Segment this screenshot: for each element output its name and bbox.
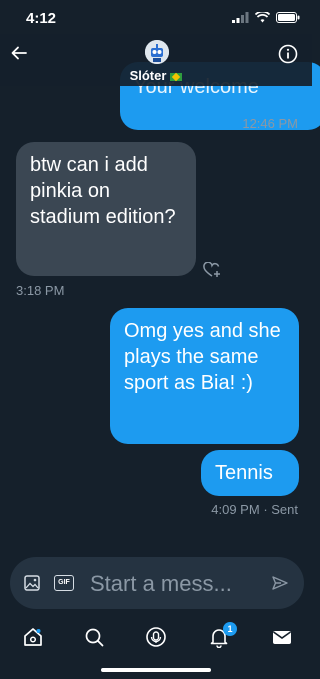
mail-icon[interactable] bbox=[271, 626, 293, 648]
message-composer: GIF bbox=[10, 557, 304, 609]
signal-icon bbox=[232, 12, 249, 23]
brazil-flag-icon bbox=[170, 72, 183, 81]
avatar[interactable] bbox=[145, 40, 169, 64]
contact-name: Slóter bbox=[129, 68, 167, 83]
message-text: Omg yes and she plays the same sport as … bbox=[124, 320, 281, 394]
back-arrow-icon[interactable] bbox=[10, 44, 28, 62]
conversation-name[interactable]: Slóter bbox=[0, 68, 312, 83]
message-time-status: 4:09 PM · Sent bbox=[211, 502, 298, 517]
wifi-icon bbox=[255, 12, 270, 23]
info-icon[interactable] bbox=[278, 44, 298, 64]
message-input[interactable] bbox=[88, 567, 270, 601]
message-bubble-outgoing[interactable]: Omg yes and she plays the same sport as … bbox=[110, 308, 299, 444]
status-bar: 4:12 bbox=[0, 0, 312, 34]
avatar-robot-icon bbox=[145, 40, 169, 64]
message-text: Tennis bbox=[215, 462, 273, 484]
spaces-icon[interactable] bbox=[145, 626, 167, 648]
conversation-header: Slóter bbox=[0, 34, 312, 86]
status-time: 4:12 bbox=[26, 10, 57, 27]
bottom-tab-bar bbox=[0, 618, 312, 660]
message-status: · Sent bbox=[263, 502, 298, 517]
battery-icon bbox=[276, 12, 300, 23]
message-time: 3:18 PM bbox=[16, 283, 65, 298]
image-icon[interactable] bbox=[24, 575, 40, 591]
message-bubble-incoming[interactable]: btw can i add pinkia on stadium edition? bbox=[16, 142, 196, 276]
message-text: btw can i add pinkia on stadium edition? bbox=[30, 154, 176, 228]
home-indicator bbox=[101, 668, 211, 672]
message-time: 12:46 PM bbox=[242, 116, 298, 131]
message-time: 4:09 PM bbox=[211, 502, 260, 517]
search-icon[interactable] bbox=[83, 626, 105, 648]
status-icons bbox=[232, 12, 300, 23]
send-icon[interactable] bbox=[272, 575, 288, 591]
heart-plus-icon[interactable] bbox=[203, 262, 221, 278]
home-icon[interactable] bbox=[22, 626, 44, 648]
message-bubble-outgoing[interactable]: Tennis bbox=[201, 450, 299, 496]
notifications-badge: 1 bbox=[223, 622, 237, 636]
gif-icon[interactable]: GIF bbox=[54, 575, 74, 591]
